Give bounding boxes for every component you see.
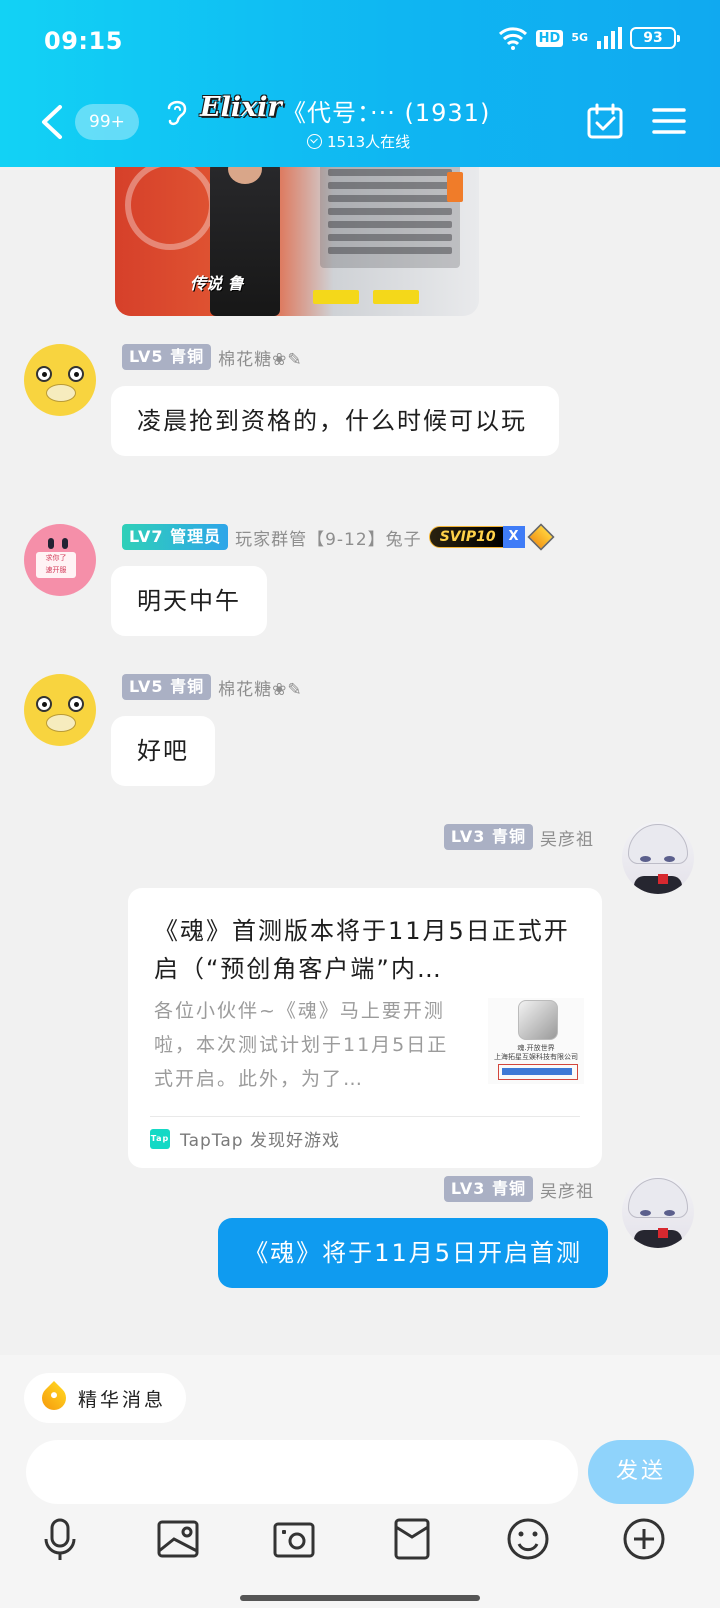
sender-name[interactable]: 玩家群管【9-12】兔子 (235, 525, 422, 550)
message-bubble-self[interactable]: 《魂》将于11月5日开启首测 (218, 1218, 608, 1288)
screenshot-stats-panel (320, 150, 460, 268)
screenshot-yellow-button (373, 290, 419, 304)
admin-level-badge: LV7 管理员 (122, 524, 229, 550)
status-time: 09:15 (44, 27, 123, 55)
calendar-check-icon[interactable] (586, 102, 624, 140)
screenshot-yellow-button (313, 290, 359, 304)
screenshot-rarity-tag: 传说 鲁 (190, 274, 244, 293)
red-packet-icon[interactable] (388, 1515, 436, 1563)
sender-info: LV3 青铜 吴彦祖 (443, 1176, 594, 1202)
avatar-self[interactable] (622, 1176, 694, 1248)
thumbnail-button (498, 1064, 578, 1080)
screenshot-orange-tab (447, 172, 463, 202)
avatar-self[interactable] (622, 822, 694, 894)
chat-header: 09:15 HD 5G 93 99+ Elixir 《代号：··· (1931)… (0, 0, 720, 167)
avatar-psyduck[interactable] (24, 344, 96, 416)
medal-icon (526, 523, 555, 551)
message-bubble[interactable]: 明天中午 (111, 566, 267, 636)
link-source-label: TapTap 发现好游戏 (180, 1131, 340, 1151)
sender-name[interactable]: 吴彦祖 (540, 825, 594, 850)
input-panel: 精华消息 发送 (0, 1355, 720, 1608)
online-check-icon (307, 134, 322, 149)
status-icons: HD 5G 93 (498, 26, 680, 50)
battery-indicator: 93 (630, 27, 680, 49)
sender-name[interactable]: 吴彦祖 (540, 1177, 594, 1202)
link-card-title: 《魂》首测版本将于11月5日正式开启（“预创角客户端”内… (154, 917, 570, 983)
link-card-thumbnail: 魂.开放世界 上海拓星互娱科技有限公司 (488, 998, 584, 1084)
message-input[interactable] (26, 1440, 578, 1504)
sender-name[interactable]: 棉花糖❀✎ (218, 345, 303, 370)
level-badge: LV5 青铜 (122, 344, 212, 370)
link-card[interactable]: 《魂》首测版本将于11月5日正式开启（“预创角客户端”内… 各位小伙伴~《魂》马… (128, 888, 602, 1168)
network-type: 5G (571, 31, 588, 44)
game-logo-icon (518, 1000, 558, 1040)
level-badge: LV3 青铜 (443, 1176, 533, 1202)
link-card-summary: 各位小伙伴~《魂》马上要开测啦，本次测试计划于11月5日正式开启。此外，为了… (154, 1000, 449, 1090)
essence-drop-icon (37, 1381, 71, 1415)
send-button[interactable]: 发送 (588, 1440, 694, 1504)
level-badge: LV3 青铜 (443, 824, 533, 850)
status-bar: 09:15 HD 5G 93 (0, 0, 720, 80)
essence-messages-chip[interactable]: 精华消息 (24, 1373, 187, 1423)
sender-info: LV3 青铜 吴彦祖 (443, 824, 594, 850)
thumbnail-caption: 魂.开放世界 上海拓星互娱科技有限公司 (494, 1044, 578, 1061)
menu-icon[interactable] (652, 106, 686, 136)
sender-info: LV5 青铜 棉花糖❀✎ (122, 344, 303, 370)
avatar-psyduck[interactable] (24, 674, 96, 746)
unread-count-badge[interactable]: 99+ (75, 104, 139, 140)
hd-indicator: HD (535, 29, 564, 47)
wifi-icon (498, 27, 527, 50)
message-bubble[interactable]: 凌晨抢到资格的，什么时候可以玩 (111, 386, 559, 456)
back-arrow-icon[interactable] (38, 104, 66, 140)
group-logo: Elixir (200, 92, 282, 123)
essence-chip-label: 精华消息 (78, 1388, 167, 1411)
link-source: Tap TapTap 发现好游戏 (150, 1126, 340, 1151)
plus-icon[interactable] (620, 1515, 668, 1563)
signal-icon (597, 27, 622, 49)
level-badge: LV5 青铜 (122, 674, 212, 700)
emoji-icon[interactable] (504, 1515, 552, 1563)
ear-icon[interactable] (165, 97, 189, 127)
svip-badge: SVIP10 X (428, 523, 555, 551)
online-count: 1513人在线 (327, 133, 411, 151)
online-status[interactable]: 1513人在线 (307, 131, 410, 152)
sender-name[interactable]: 棉花糖❀✎ (218, 675, 303, 700)
camera-icon[interactable] (270, 1515, 318, 1563)
sender-info: LV7 管理员 玩家群管【9-12】兔子 SVIP10 X (122, 523, 555, 551)
mic-icon[interactable] (36, 1515, 84, 1563)
sender-info: LV5 青铜 棉花糖❀✎ (122, 674, 303, 700)
home-indicator[interactable] (240, 1595, 480, 1601)
message-bubble[interactable]: 好吧 (111, 716, 215, 786)
image-icon[interactable] (154, 1515, 202, 1563)
divider (150, 1116, 580, 1117)
group-title[interactable]: 《代号：··· (1931) (282, 93, 490, 128)
avatar-kirby[interactable]: 求你了 速开服 (24, 524, 96, 596)
screenshot-decoration (125, 160, 215, 250)
taptap-icon: Tap (150, 1128, 170, 1149)
